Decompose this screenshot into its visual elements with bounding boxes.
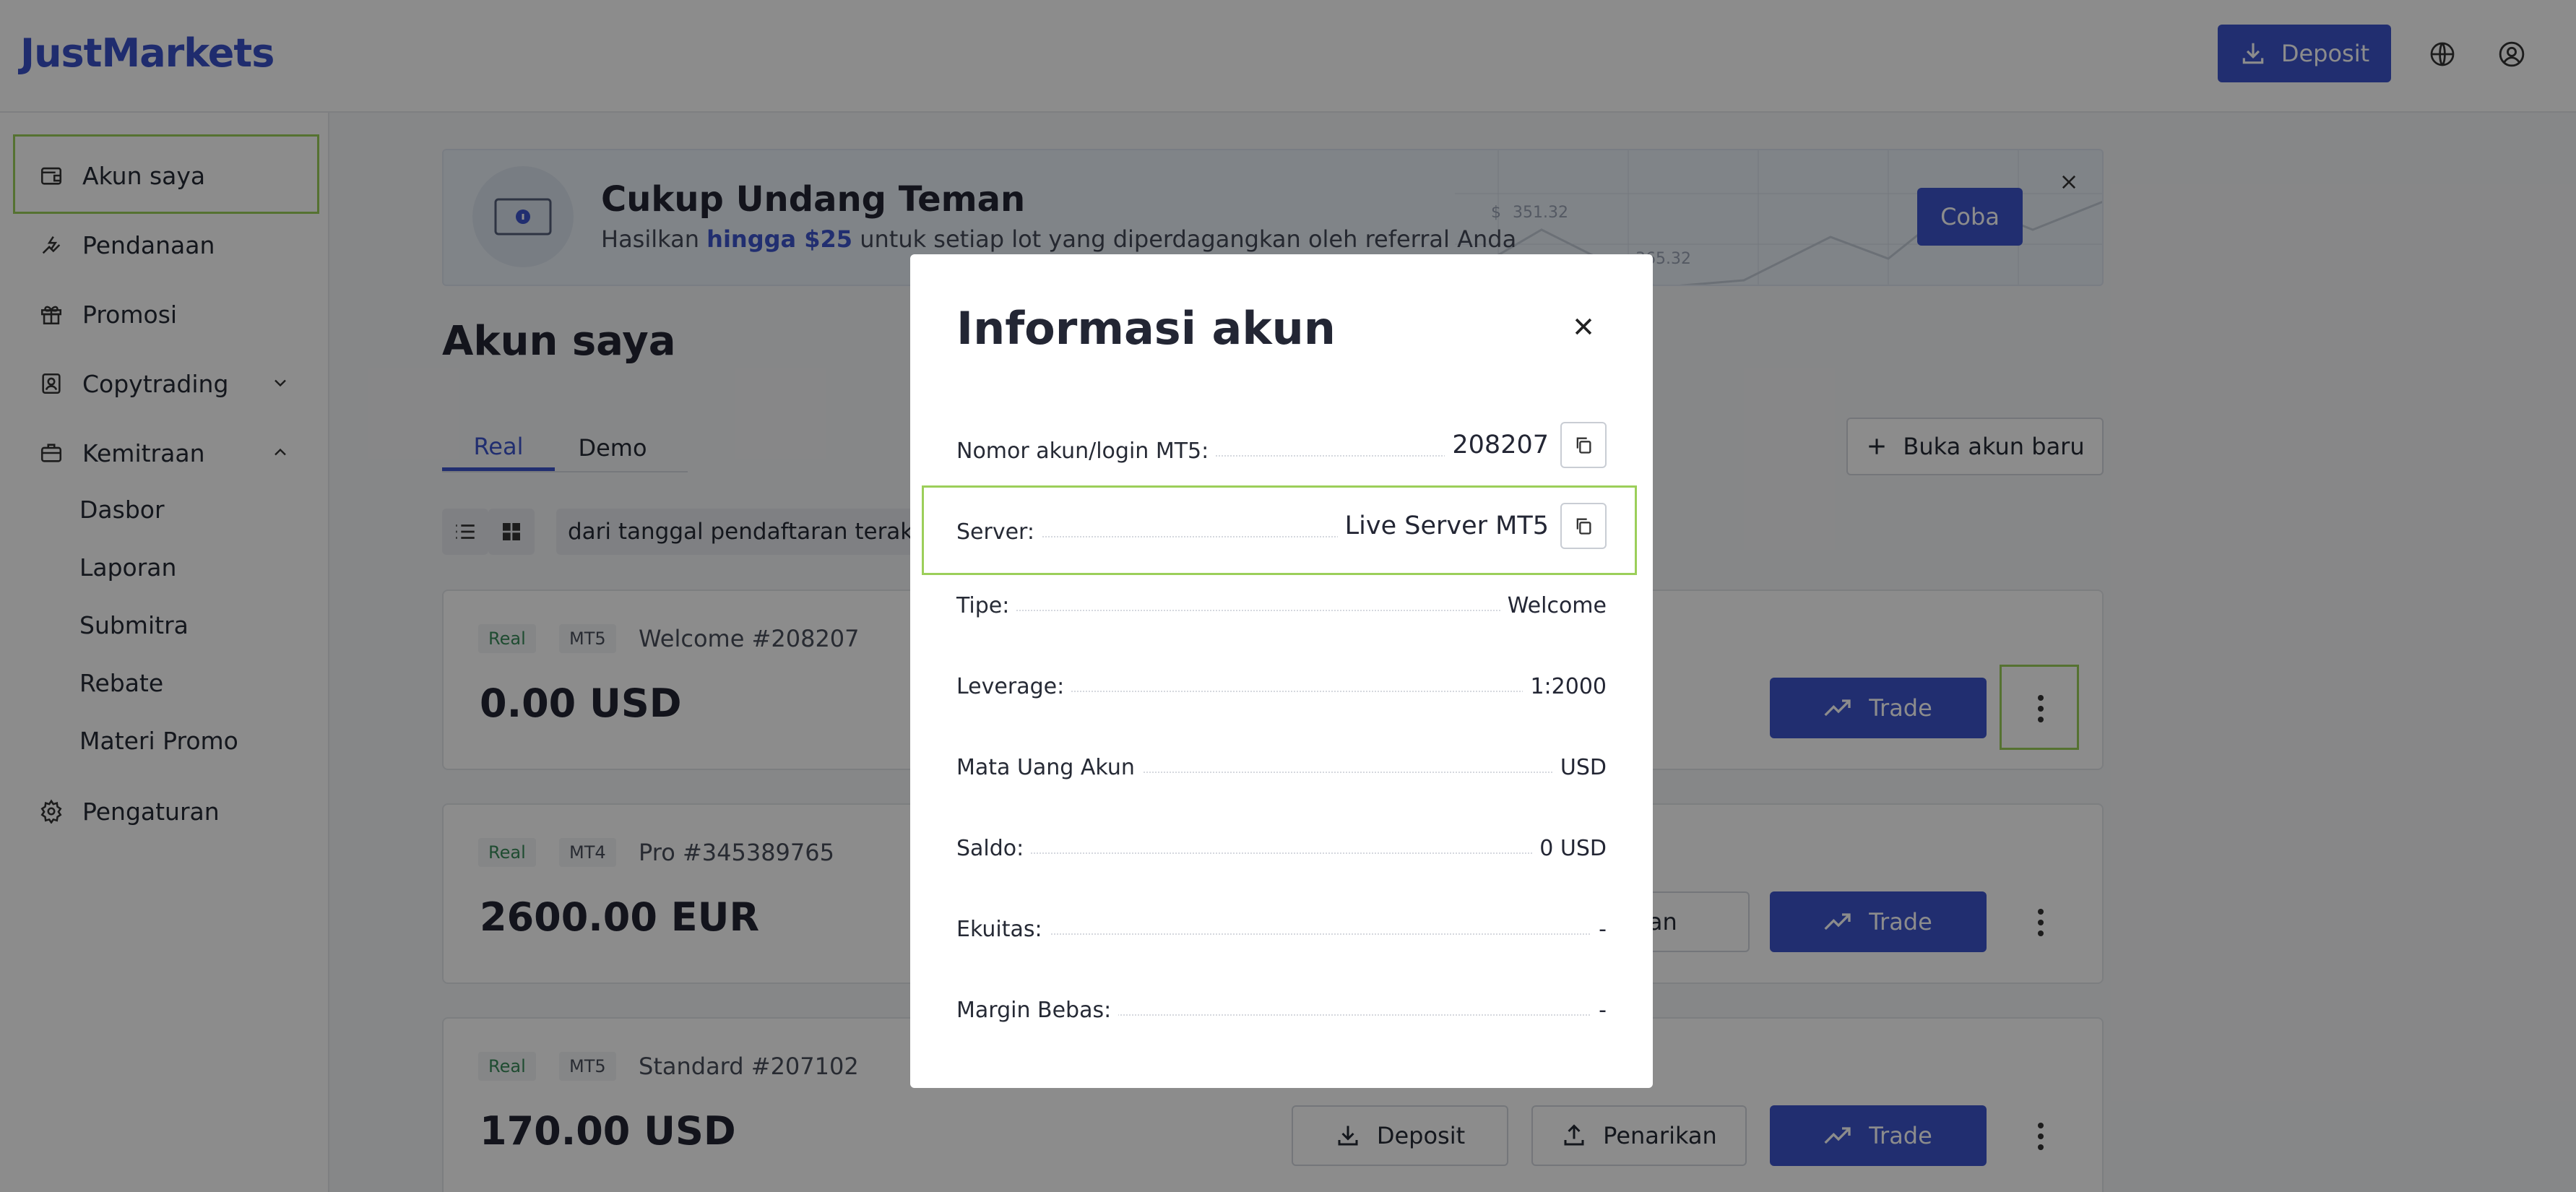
info-row-leverage: Leverage: 1:2000 <box>956 660 1607 704</box>
info-row-equity: Ekuitas: - <box>956 903 1607 946</box>
info-row-currency: Mata Uang Akun USD <box>956 741 1607 785</box>
modal-title: Informasi akun <box>956 302 1336 355</box>
info-label: Ekuitas: <box>956 917 1050 942</box>
info-row-type: Tipe: Welcome <box>956 579 1607 623</box>
info-value: Live Server MT5 <box>1344 511 1549 540</box>
info-label: Server: <box>956 519 1042 545</box>
info-value: 208207 <box>1452 431 1549 459</box>
info-label: Saldo: <box>956 836 1032 861</box>
copy-icon[interactable] <box>1560 422 1607 468</box>
info-value: USD <box>1552 755 1607 780</box>
info-row-free-margin: Margin Bebas: - <box>956 984 1607 1027</box>
info-label: Nomor akun/login MT5: <box>956 439 1216 464</box>
info-row-login: Nomor akun/login MT5: 208207 <box>956 422 1607 468</box>
info-value: - <box>1591 998 1607 1023</box>
info-value: 1:2000 <box>1523 674 1607 699</box>
info-label: Mata Uang Akun <box>956 755 1142 780</box>
info-label: Leverage: <box>956 674 1072 699</box>
account-info-modal: Informasi akun Nomor akun/login MT5: 208… <box>910 254 1653 1088</box>
info-label: Tipe: <box>956 593 1017 618</box>
info-label: Margin Bebas: <box>956 998 1119 1023</box>
copy-icon[interactable] <box>1560 503 1607 549</box>
info-row-balance: Saldo: 0 USD <box>956 822 1607 865</box>
info-value: Welcome <box>1500 593 1607 618</box>
info-value: - <box>1591 917 1607 942</box>
close-icon[interactable] <box>1566 309 1601 344</box>
info-value: 0 USD <box>1532 836 1607 861</box>
info-row-server: Server: Live Server MT5 <box>956 503 1607 549</box>
